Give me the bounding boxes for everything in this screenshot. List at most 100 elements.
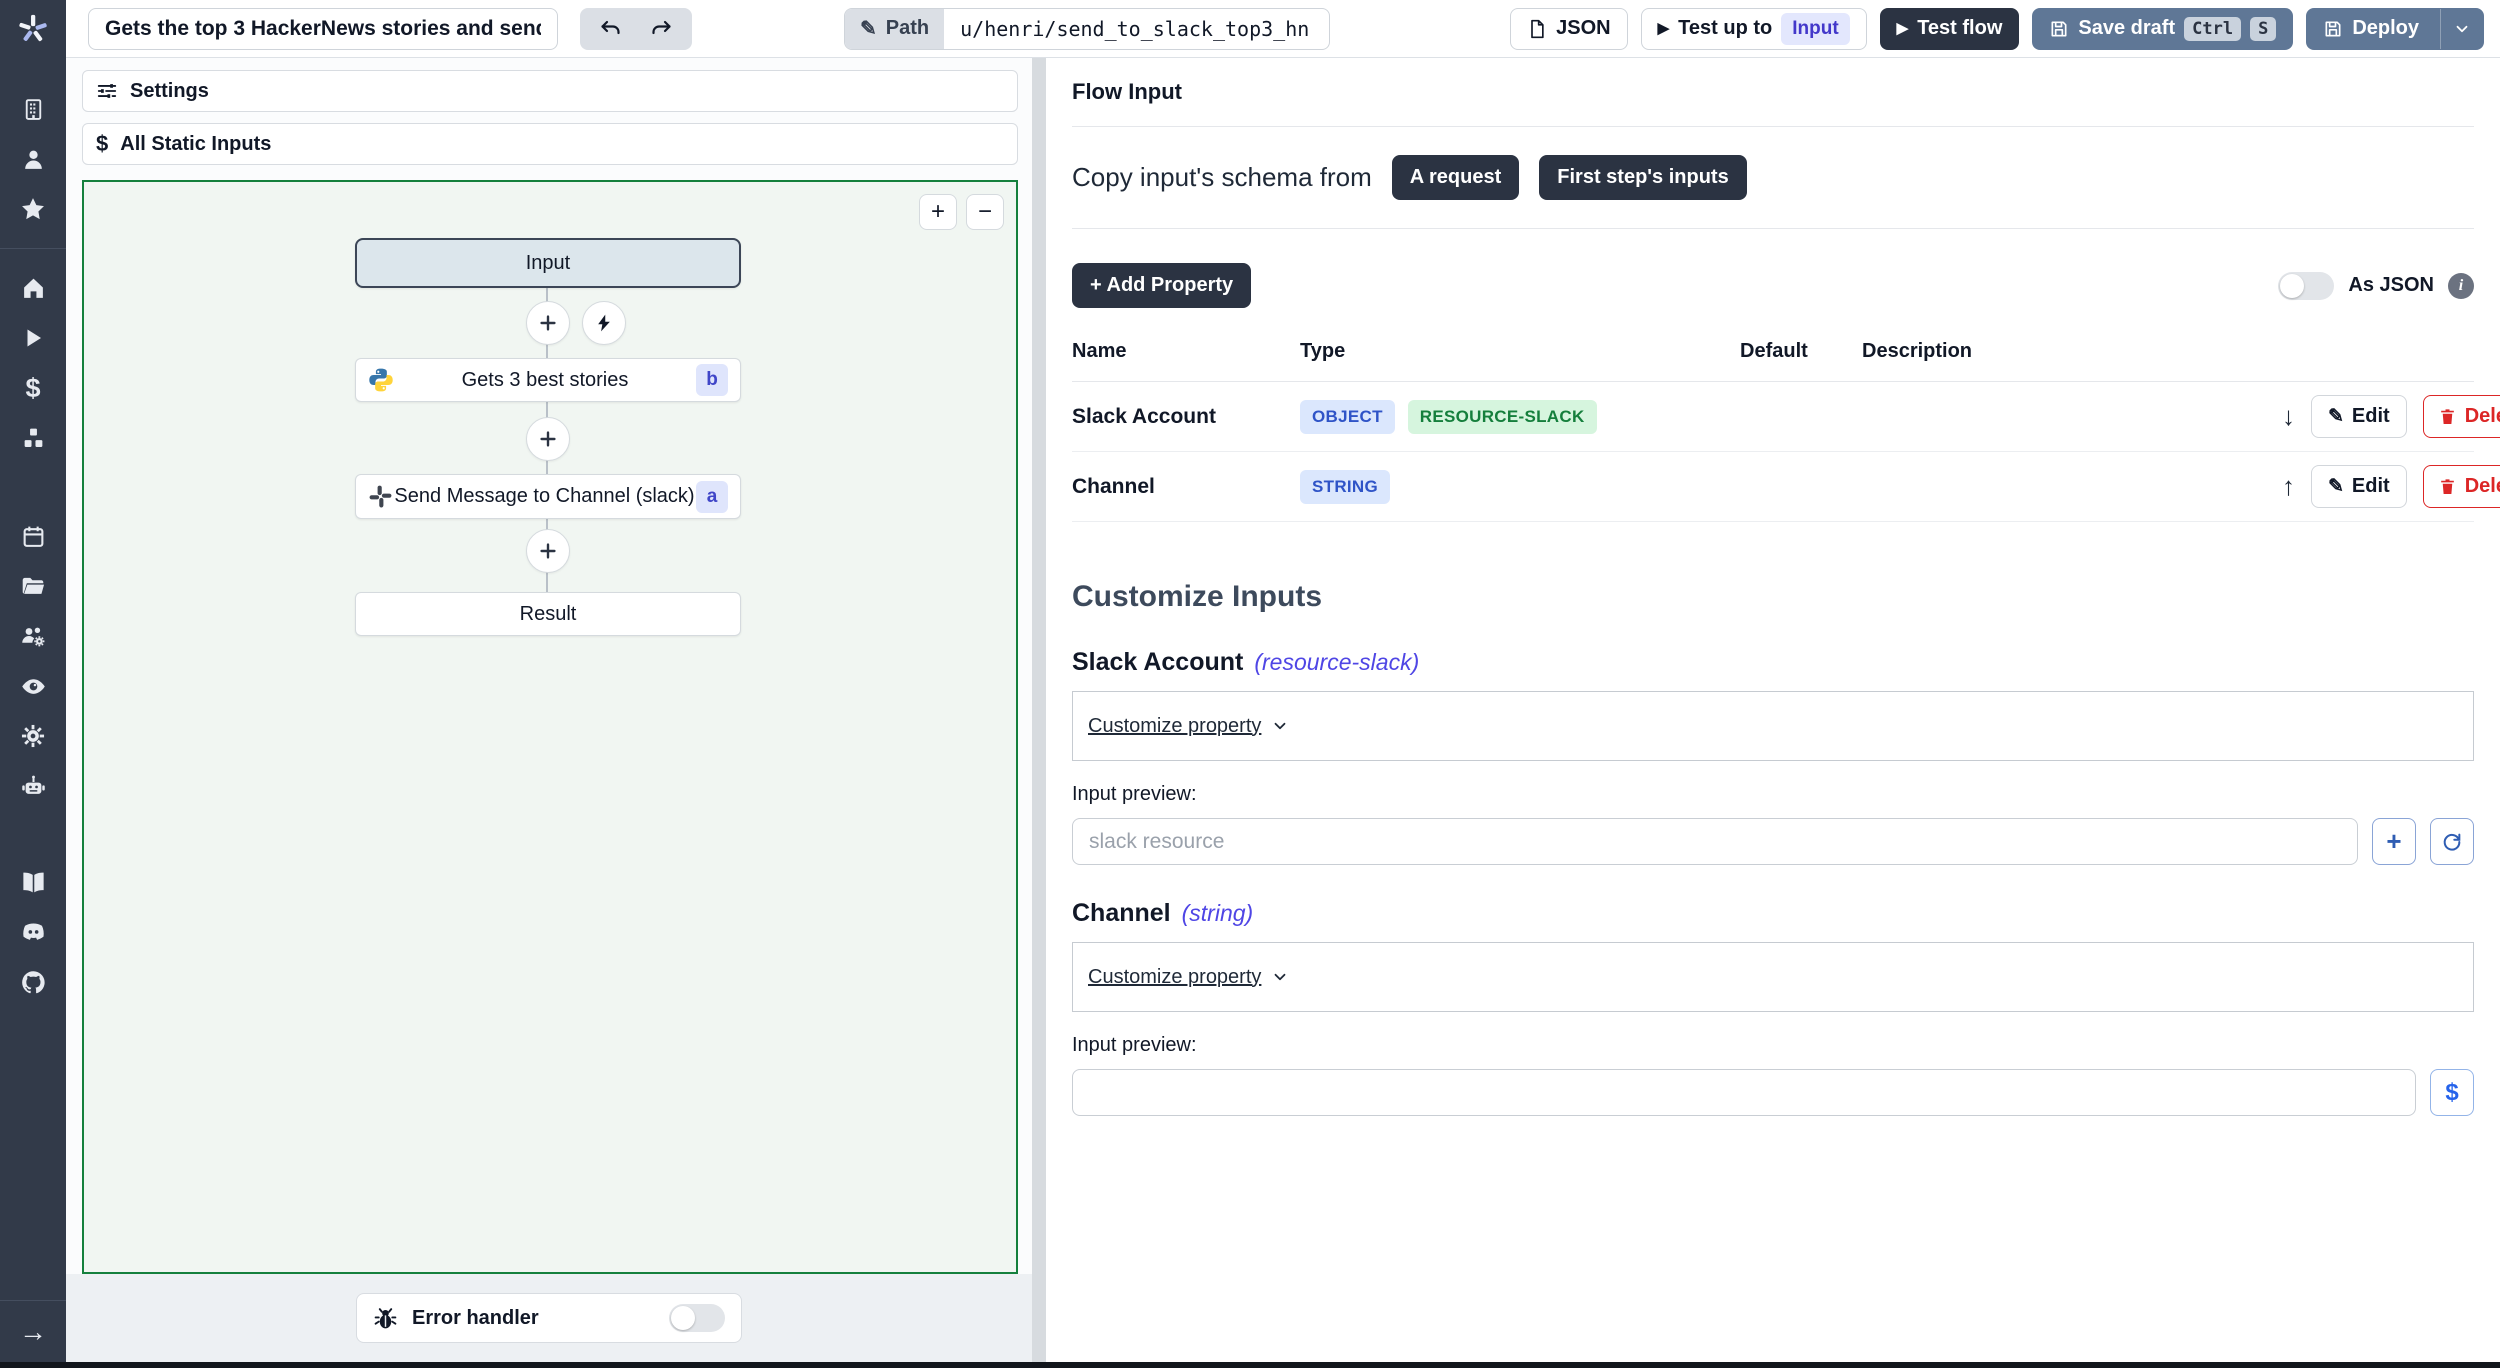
insert-variable-button[interactable]: $ bbox=[2430, 1069, 2474, 1116]
flow-node-result[interactable]: Result bbox=[355, 592, 741, 636]
github-icon[interactable] bbox=[0, 957, 66, 1007]
delete-button[interactable]: Delete bbox=[2422, 465, 2500, 508]
chevron-down-icon bbox=[1275, 973, 1286, 981]
windmill-logo[interactable] bbox=[0, 0, 66, 58]
info-icon[interactable]: i bbox=[2448, 272, 2474, 299]
add-property-row: + Add Property As JSON i bbox=[1072, 263, 2474, 308]
docs-book-icon[interactable] bbox=[0, 857, 66, 907]
copy-from-request-button[interactable]: A request bbox=[1391, 155, 1520, 200]
redo-icon bbox=[652, 20, 671, 34]
properties-table: Name Type Default Description Slack Acco… bbox=[1072, 340, 2500, 522]
chevron-down-icon bbox=[2456, 25, 2468, 32]
step-id-badge: b bbox=[696, 364, 728, 396]
refresh-button[interactable] bbox=[2430, 818, 2474, 865]
flow-node-input[interactable]: Input bbox=[355, 238, 741, 288]
delete-button[interactable]: Delete bbox=[2422, 395, 2500, 438]
flow-summary-input[interactable] bbox=[88, 7, 558, 50]
zoom-in-button[interactable]: + bbox=[919, 194, 957, 230]
toggle-knob bbox=[671, 1306, 695, 1330]
move-up-arrow[interactable]: ↑ bbox=[2282, 471, 2295, 502]
as-json-label: As JSON bbox=[2348, 274, 2434, 296]
workspace-icon[interactable] bbox=[0, 84, 66, 134]
input-preview-row: $ bbox=[1072, 1069, 2474, 1116]
kbd-s: S bbox=[2250, 16, 2277, 41]
section-head-slack-account: Slack Account (resource-slack) bbox=[1072, 648, 1420, 676]
test-flow-button[interactable]: ▶ Test flow bbox=[1879, 7, 2020, 50]
deploy-button[interactable]: Deploy bbox=[2306, 7, 2484, 50]
ai-robot-icon[interactable] bbox=[0, 761, 66, 811]
discord-icon[interactable] bbox=[0, 907, 66, 957]
folders-icon[interactable] bbox=[0, 561, 66, 611]
flow-settings-bar[interactable]: Settings bbox=[82, 70, 1018, 112]
zoom-out-button[interactable]: − bbox=[966, 194, 1004, 230]
flow-node-step-b[interactable]: Gets 3 best stories b bbox=[355, 358, 741, 402]
customize-property-link[interactable]: Customize property bbox=[1088, 715, 1289, 738]
error-handler-toggle[interactable] bbox=[669, 1304, 725, 1332]
bottom-edge-strip bbox=[0, 1362, 2500, 1368]
bug-icon bbox=[374, 1307, 397, 1328]
python-icon bbox=[369, 368, 393, 392]
plus-icon bbox=[540, 543, 556, 559]
table-row-channel: Channel STRING ↑ ✎ Edit Delete bbox=[1072, 452, 2500, 522]
add-resource-button[interactable]: + bbox=[2372, 818, 2416, 865]
runs-play-icon[interactable] bbox=[0, 313, 66, 363]
variables-dollar-icon[interactable]: $ bbox=[0, 363, 66, 413]
user-icon[interactable] bbox=[0, 134, 66, 184]
table-row-slack-account: Slack Account OBJECT RESOURCE-SLACK ↓ ✎ … bbox=[1072, 382, 2500, 452]
edit-button[interactable]: ✎ Edit bbox=[2311, 395, 2407, 438]
undo-redo-group bbox=[580, 7, 692, 50]
customize-property-box: Customize property bbox=[1072, 691, 2474, 761]
path-label[interactable]: ✎ Path bbox=[845, 8, 945, 49]
customize-property-link[interactable]: Customize property bbox=[1088, 966, 1289, 989]
settings-gear-icon[interactable] bbox=[0, 711, 66, 761]
top-bar: ✎ Path JSON ▶ Test up to Input ▶ Test fl… bbox=[0, 0, 2500, 58]
slack-resource-input[interactable] bbox=[1072, 818, 2358, 865]
left-nav-sidebar: $ → bbox=[0, 58, 66, 1362]
section-head-channel: Channel (string) bbox=[1072, 899, 1254, 927]
all-static-inputs-bar[interactable]: $ All Static Inputs bbox=[82, 123, 1018, 165]
home-icon[interactable] bbox=[0, 263, 66, 313]
channel-input[interactable] bbox=[1072, 1069, 2416, 1116]
add-step-button[interactable] bbox=[526, 301, 570, 345]
json-button[interactable]: JSON bbox=[1510, 7, 1628, 50]
slack-icon bbox=[369, 485, 392, 508]
flow-node-step-a[interactable]: Send Message to Channel (slack) a bbox=[355, 474, 741, 519]
section-type: (string) bbox=[1181, 900, 1254, 926]
move-down-arrow[interactable]: ↓ bbox=[2282, 401, 2295, 432]
flow-editor-panel: Settings $ All Static Inputs + − Input G… bbox=[66, 58, 1032, 1362]
redo-button[interactable] bbox=[638, 12, 684, 46]
pencil-icon: ✎ bbox=[860, 17, 877, 40]
play-icon: ▶ bbox=[1896, 20, 1909, 37]
expand-sidebar-arrow-icon[interactable]: → bbox=[0, 1300, 66, 1362]
groups-users-gear-icon[interactable] bbox=[0, 611, 66, 661]
save-icon bbox=[2051, 21, 2067, 37]
audit-eye-icon[interactable] bbox=[0, 661, 66, 711]
resources-cubes-icon[interactable] bbox=[0, 413, 66, 463]
step-id-badge: a bbox=[696, 480, 728, 513]
panel-splitter[interactable] bbox=[1032, 58, 1046, 1362]
deploy-dropdown-caret[interactable] bbox=[2440, 8, 2483, 49]
toggle-knob bbox=[2280, 273, 2305, 298]
file-icon bbox=[1531, 19, 1544, 38]
schedules-calendar-icon[interactable] bbox=[0, 511, 66, 561]
plus-icon bbox=[540, 315, 556, 331]
chevron-down-icon bbox=[1275, 722, 1286, 730]
windmill-logo-icon bbox=[19, 14, 47, 41]
error-handler-card[interactable]: Error handler bbox=[356, 1293, 742, 1343]
flow-input-title: Flow Input bbox=[1072, 58, 2474, 127]
add-step-button[interactable] bbox=[526, 529, 570, 573]
edit-button[interactable]: ✎ Edit bbox=[2311, 465, 2407, 508]
test-up-to-button[interactable]: ▶ Test up to Input bbox=[1640, 7, 1867, 50]
save-draft-button[interactable]: Save draft Ctrl S bbox=[2032, 7, 2294, 50]
add-trigger-button[interactable] bbox=[582, 301, 626, 345]
table-header-row: Name Type Default Description bbox=[1072, 340, 2474, 382]
pencil-icon: ✎ bbox=[2328, 406, 2344, 427]
flow-graph-canvas[interactable]: + − Input Gets 3 best stories b Send Mes… bbox=[82, 180, 1018, 1274]
undo-button[interactable] bbox=[588, 12, 634, 46]
as-json-toggle[interactable] bbox=[2278, 271, 2335, 300]
path-input[interactable] bbox=[944, 16, 1330, 41]
add-step-button[interactable] bbox=[526, 417, 570, 461]
favorites-star-icon[interactable] bbox=[0, 184, 66, 234]
copy-from-first-step-button[interactable]: First step's inputs bbox=[1539, 155, 1747, 200]
add-property-button[interactable]: + Add Property bbox=[1072, 263, 1252, 308]
